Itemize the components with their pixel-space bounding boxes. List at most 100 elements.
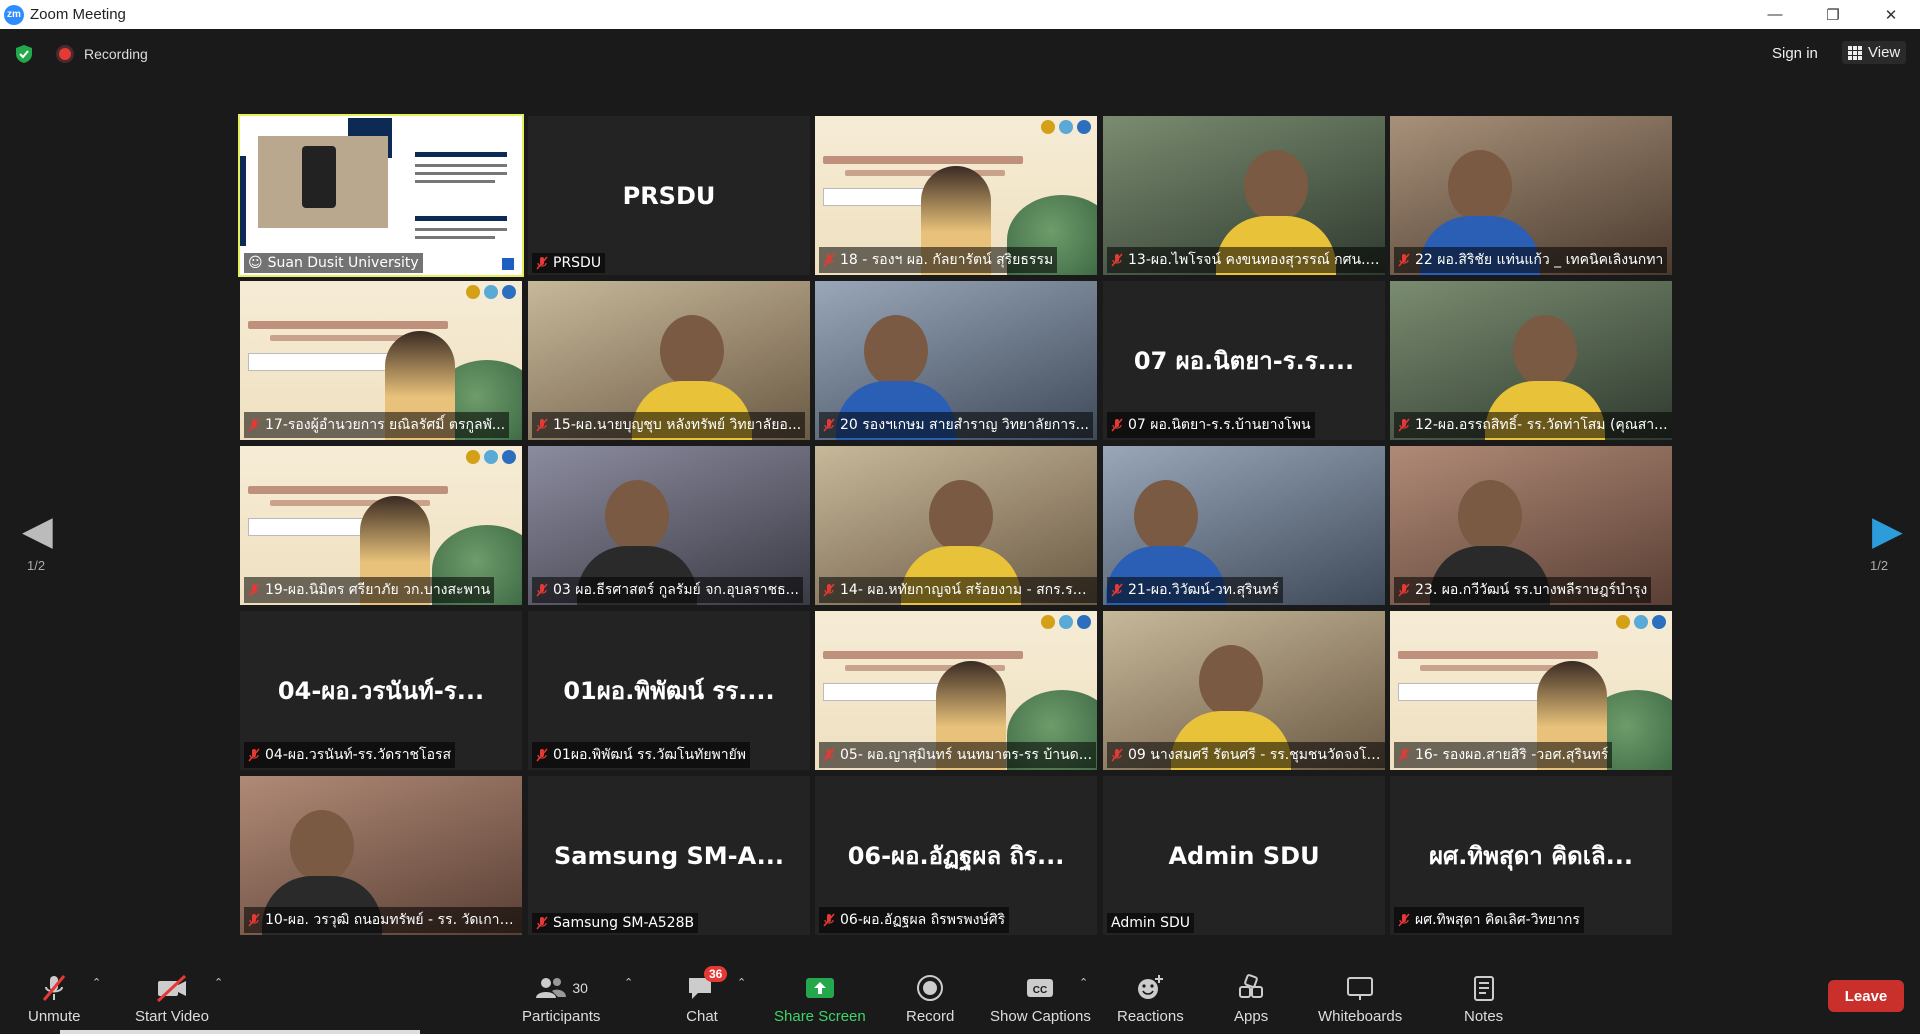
participant-tile[interactable]: 01ผอ.พิพัฒน์ รร.... 01ผอ.พิพัฒน์ รร.วัฒโน… bbox=[528, 611, 810, 770]
participant-tile[interactable]: 04-ผอ.วรนันท์-ร... 04-ผอ.วรนันท์-รร.วัดรา… bbox=[240, 611, 522, 770]
participant-tile[interactable]: Admin SDU Admin SDU bbox=[1103, 776, 1385, 935]
chat-label: Chat bbox=[686, 1008, 718, 1025]
participant-tile[interactable]: ☺ Suan Dusit University bbox=[238, 114, 524, 277]
sign-in-button[interactable]: Sign in bbox=[1766, 43, 1824, 64]
participant-tile[interactable]: Samsung SM-A... Samsung SM-A528B bbox=[528, 776, 810, 935]
grid-view-icon bbox=[1848, 45, 1862, 60]
close-window-button[interactable]: ✕ bbox=[1862, 0, 1920, 29]
minimize-button[interactable]: — bbox=[1746, 0, 1804, 29]
view-button[interactable]: View bbox=[1842, 41, 1907, 64]
apps-button[interactable]: Apps bbox=[1234, 972, 1268, 1025]
start-video-label: Start Video bbox=[135, 1008, 209, 1025]
notes-label: Notes bbox=[1464, 1008, 1504, 1025]
start-video-button[interactable]: Start Video bbox=[135, 972, 209, 1025]
participant-name: 03 ผอ.ธีรศาสตร์ กูลรัมย์ จก.อุบลราชธ... bbox=[553, 582, 799, 598]
view-label: View bbox=[1868, 44, 1901, 61]
participant-name: 12-ผอ.อรรถสิทธิ์- รร.วัดท่าโสม (คุณสา... bbox=[1415, 417, 1668, 433]
notes-button[interactable]: Notes bbox=[1464, 972, 1503, 1025]
participant-tile[interactable]: 17-รองผู้อำนวยการ ยณิลรัศมิ์ ตรกูลพั... bbox=[240, 281, 522, 440]
participant-name-label: 19-ผอ.นิมิตร ศรียาภัย วก.บางสะพาน bbox=[244, 577, 495, 603]
captions-options-chevron-icon[interactable]: ⌃ bbox=[1079, 976, 1088, 989]
muted-mic-icon bbox=[536, 418, 548, 432]
participant-tile[interactable]: 16- รองผอ.สายสิริ -วอศ.สุรินทร์ bbox=[1390, 611, 1672, 770]
participant-tile[interactable]: PRSDU PRSDU bbox=[528, 116, 810, 275]
participant-name: PRSDU bbox=[553, 255, 602, 271]
participant-name-label: 04-ผอ.วรนันท์-รร.วัดราชโอรส bbox=[244, 742, 456, 768]
video-options-chevron-icon[interactable]: ⌃ bbox=[214, 976, 223, 989]
participant-name-label: 22 ผอ.สิริชัย แท่นแก้ว _ เทคนิคเลิงนกทา bbox=[1394, 247, 1668, 273]
participant-name-label: 12-ผอ.อรรถสิทธิ์- รร.วัดท่าโสม (คุณสา... bbox=[1394, 412, 1672, 438]
participant-tile[interactable]: 21-ผอ.วิวัฒน์-วท.สุรินทร์ bbox=[1103, 446, 1385, 605]
record-label: Record bbox=[906, 1008, 955, 1025]
participant-name: 07 ผอ.นิตยา-ร.ร.บ้านยางโพน bbox=[1128, 417, 1311, 433]
participant-tile[interactable]: 07 ผอ.นิตยา-ร.ร.... 07 ผอ.นิตยา-ร.ร.บ้านย… bbox=[1103, 281, 1385, 440]
muted-mic-icon bbox=[1111, 418, 1123, 432]
muted-mic-icon bbox=[536, 583, 548, 597]
zoom-logo-icon: zm bbox=[4, 4, 24, 25]
muted-mic-icon bbox=[536, 748, 548, 762]
show-captions-button[interactable]: CC Show Captions bbox=[990, 972, 1091, 1025]
muted-mic-icon bbox=[248, 748, 260, 762]
participant-tile[interactable]: 20 รองฯเกษม สายสำราญ วิทยาลัยการ... bbox=[815, 281, 1097, 440]
participant-tile[interactable]: 06-ผอ.อัฏฐผล ถิร... 06-ผอ.อัฏฐผล ถิรพรพงษ… bbox=[815, 776, 1097, 935]
participant-name-label: ผศ.ทิพสุดา คิดเลิศ-วิทยากร bbox=[1394, 907, 1584, 933]
leave-button[interactable]: Leave bbox=[1828, 980, 1904, 1012]
participant-name-label: Samsung SM-A528B bbox=[532, 913, 699, 933]
muted-mic-icon bbox=[1398, 913, 1410, 927]
participant-name: 19-ผอ.นิมิตร ศรียาภัย วก.บางสะพาน bbox=[265, 582, 491, 598]
share-screen-button[interactable]: Share Screen bbox=[774, 972, 866, 1025]
participant-tile[interactable]: 10-ผอ. วรวุฒิ ถนอมทรัพย์ - รร. วัดเกาะ..… bbox=[240, 776, 522, 935]
participant-tile[interactable]: 05- ผอ.ญาสุมินทร์ นนทมาตร-รร บ้านด... bbox=[815, 611, 1097, 770]
participant-name-label: Admin SDU bbox=[1107, 913, 1194, 933]
unmute-label: Unmute bbox=[28, 1008, 81, 1025]
chat-button[interactable]: 36 Chat bbox=[686, 966, 728, 1025]
participant-tile[interactable]: 03 ผอ.ธีรศาสตร์ กูลรัมย์ จก.อุบลราชธ... bbox=[528, 446, 810, 605]
audio-options-chevron-icon[interactable]: ⌃ bbox=[92, 976, 101, 989]
muted-mic-icon bbox=[1398, 253, 1410, 267]
participant-tile[interactable]: 09 นางสมศรี รัตนศรี - รร.ชุมชนวัดจงโก... bbox=[1103, 611, 1385, 770]
reactions-button[interactable]: Reactions bbox=[1117, 972, 1184, 1025]
previous-page-arrow-icon[interactable]: ◀ bbox=[22, 508, 53, 554]
whiteboards-button[interactable]: Whiteboards bbox=[1318, 972, 1402, 1025]
participant-tile[interactable]: 12-ผอ.อรรถสิทธิ์- รร.วัดท่าโสม (คุณสา... bbox=[1390, 281, 1672, 440]
chat-options-chevron-icon[interactable]: ⌃ bbox=[737, 976, 746, 989]
page-indicator-left: 1/2 bbox=[27, 558, 46, 573]
participant-tile[interactable]: ผศ.ทิพสุดา คิดเลิ... ผศ.ทิพสุดา คิดเลิศ-ว… bbox=[1390, 776, 1672, 935]
recording-dot-icon bbox=[56, 45, 74, 63]
participant-name-label: 23. ผอ.กวีวัฒน์ รร.บางพลีราษฎร์บำรุง bbox=[1394, 577, 1652, 603]
muted-mic-icon bbox=[1111, 253, 1123, 267]
participant-name: 17-รองผู้อำนวยการ ยณิลรัศมิ์ ตรกูลพั... bbox=[265, 417, 506, 433]
participant-name-label: 14- ผอ.หทัยกาญจน์ สร้อยงาม - สกร.ระ... bbox=[819, 577, 1097, 603]
video-off-camera-icon bbox=[156, 974, 186, 1003]
recording-indicator[interactable]: Recording bbox=[56, 45, 148, 63]
encryption-shield-icon[interactable] bbox=[14, 44, 34, 64]
participant-tile[interactable]: 22 ผอ.สิริชัย แท่นแก้ว _ เทคนิคเลิงนกทา bbox=[1390, 116, 1672, 275]
record-button[interactable]: Record bbox=[906, 972, 954, 1025]
participant-name-label: 18 - รองฯ ผอ. กัลยารัตน์ สุริยธรรม bbox=[819, 247, 1058, 273]
muted-mic-icon bbox=[1398, 583, 1410, 597]
participant-name: 18 - รองฯ ผอ. กัลยารัตน์ สุริยธรรม bbox=[840, 252, 1054, 268]
participants-label: Participants bbox=[522, 1008, 601, 1025]
participant-tile[interactable]: 19-ผอ.นิมิตร ศรียาภัย วก.บางสะพาน bbox=[240, 446, 522, 605]
participant-name-label: 05- ผอ.ญาสุมินทร์ นนทมาตร-รร บ้านด... bbox=[819, 742, 1097, 768]
participants-options-chevron-icon[interactable]: ⌃ bbox=[624, 976, 633, 989]
muted-mic-icon bbox=[536, 256, 548, 270]
participant-tile[interactable]: 23. ผอ.กวีวัฒน์ รร.บางพลีราษฎร์บำรุง bbox=[1390, 446, 1672, 605]
bottom-scroll-indicator bbox=[60, 1030, 420, 1034]
participant-name: ผศ.ทิพสุดา คิดเลิศ-วิทยากร bbox=[1415, 912, 1580, 928]
meeting-topbar: Recording Sign in View bbox=[0, 29, 1920, 79]
participant-tile[interactable]: 15-ผอ.นายบุญชุบ หลังทรัพย์ วิทยาลัยอ... bbox=[528, 281, 810, 440]
muted-mic-icon bbox=[1111, 583, 1123, 597]
participants-button[interactable]: 30 Participants bbox=[522, 972, 600, 1025]
participant-tile[interactable]: 14- ผอ.หทัยกาญจน์ สร้อยงาม - สกร.ระ... bbox=[815, 446, 1097, 605]
participant-name: 14- ผอ.หทัยกาญจน์ สร้อยงาม - สกร.ระ... bbox=[840, 582, 1093, 598]
participant-name-label: PRSDU bbox=[532, 253, 606, 273]
window-titlebar: zm Zoom Meeting — ❐ ✕ bbox=[0, 0, 1920, 29]
participant-tile[interactable]: 13-ผอ.ไพโรจน์ คงขนทองสุวรรณ์ กศน.อ... bbox=[1103, 116, 1385, 275]
unmute-button[interactable]: Unmute bbox=[28, 972, 81, 1025]
restore-button[interactable]: ❐ bbox=[1804, 0, 1862, 29]
next-page-arrow-icon[interactable]: ▶ bbox=[1872, 508, 1903, 554]
participant-tile[interactable]: 18 - รองฯ ผอ. กัลยารัตน์ สุริยธรรม bbox=[815, 116, 1097, 275]
participant-name: 05- ผอ.ญาสุมินทร์ นนทมาตร-รร บ้านด... bbox=[840, 747, 1093, 763]
muted-mic-icon bbox=[1111, 748, 1123, 762]
